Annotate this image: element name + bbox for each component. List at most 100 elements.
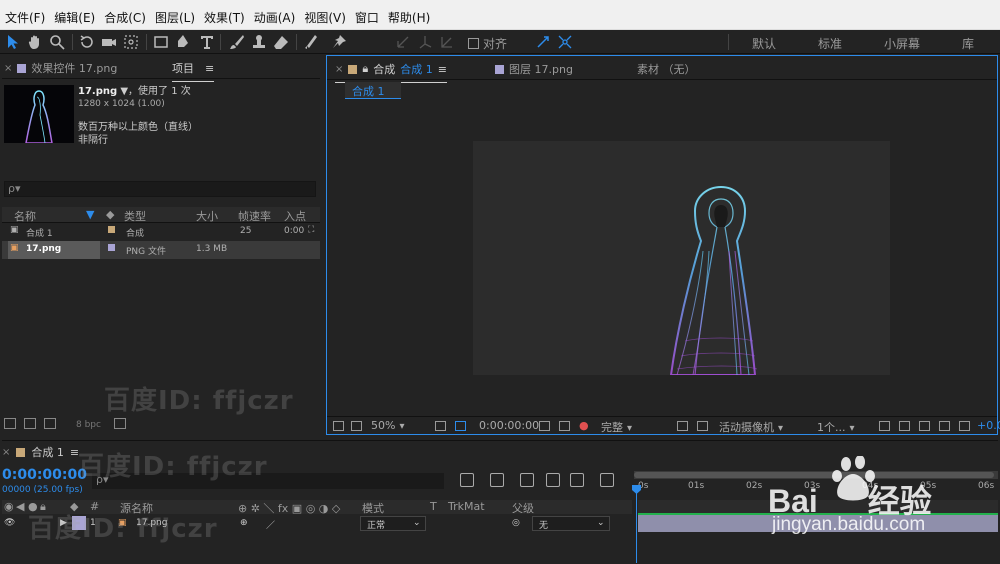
col-size[interactable]: 大小 <box>196 208 218 224</box>
clone-stamp-tool-icon[interactable] <box>248 32 270 52</box>
menu-window[interactable]: 窗口 <box>351 9 383 26</box>
composition-canvas[interactable] <box>473 141 890 375</box>
bit-depth-button[interactable]: 8 bpc <box>76 420 101 430</box>
blend-mode-dropdown[interactable]: 正常 ⌄ <box>360 516 426 531</box>
menu-layer[interactable]: 图层(L) <box>151 9 199 26</box>
draft-3d-icon[interactable] <box>490 473 504 487</box>
brush-tool-icon[interactable] <box>226 32 248 52</box>
frame-blending-icon[interactable] <box>546 473 560 487</box>
timeline-current-time[interactable]: 0:00:00:00 <box>2 467 87 483</box>
roto-brush-tool-icon[interactable] <box>300 32 322 52</box>
motion-blur-icon[interactable] <box>570 473 584 487</box>
pixel-aspect-icon[interactable] <box>879 421 890 431</box>
puppet-pin-tool-icon[interactable] <box>328 32 350 52</box>
resolution-dropdown[interactable]: 完整 <box>601 419 671 435</box>
transparency-grid-icon[interactable] <box>697 421 708 431</box>
current-time-display[interactable]: 0:00:00:00 <box>479 419 539 432</box>
exposure-value[interactable]: +0.0 <box>977 419 1000 432</box>
sort-arrow-icon[interactable]: ▼ <box>86 208 94 221</box>
close-icon[interactable]: × <box>335 64 343 75</box>
col-fps[interactable]: 帧速率 <box>238 208 271 224</box>
menu-help[interactable]: 帮助(H) <box>384 9 434 26</box>
video-switch-icon[interactable]: ◉ <box>4 500 14 513</box>
show-snapshot-icon[interactable] <box>559 421 570 431</box>
tab-footage[interactable]: 素材 （无） <box>637 61 696 77</box>
workspace-libraries[interactable]: 库 <box>962 35 974 52</box>
tab-layer[interactable]: 图层 17.png <box>495 61 573 77</box>
snap-checkbox[interactable] <box>468 38 479 49</box>
workspace-default[interactable]: 默认 <box>752 35 776 52</box>
close-icon[interactable]: × <box>4 63 12 74</box>
panel-menu-icon[interactable]: ≡ <box>438 63 447 76</box>
tab-effect-controls[interactable]: × 效果控件 17.png <box>4 60 117 76</box>
camera-dropdown[interactable]: 活动摄像机 <box>719 419 783 435</box>
zoom-tool-icon[interactable] <box>46 32 68 52</box>
fast-preview-icon[interactable] <box>899 421 910 431</box>
col-parent[interactable]: 父级 <box>512 500 534 516</box>
tab-project[interactable]: 项目 ≡ <box>172 60 215 82</box>
project-row-comp[interactable]: ▣ 合成 1 合成 25 0:00 ⛶ <box>2 223 320 241</box>
workspace-small-screen[interactable]: 小屏幕 <box>884 35 920 52</box>
timeline-toggle-icon[interactable] <box>919 421 930 431</box>
col-name[interactable]: 名称 <box>14 208 36 224</box>
flowchart-icon[interactable] <box>939 421 950 431</box>
view-layout-dropdown[interactable]: 1个... <box>817 419 855 435</box>
tab-composition[interactable]: × 🔒︎ 合成 合成 1 ≡ <box>335 61 447 83</box>
menu-file[interactable]: 文件(F) <box>1 9 49 26</box>
composition-mini-flowchart-icon[interactable] <box>460 473 474 487</box>
pick-whip-icon[interactable]: ◎ <box>512 518 520 528</box>
rectangle-tool-icon[interactable] <box>150 32 172 52</box>
hand-tool-icon[interactable] <box>24 32 46 52</box>
comp-breadcrumb[interactable]: 合成 1 <box>345 82 401 99</box>
snap-toggle[interactable]: 对齐 <box>468 35 507 52</box>
mask-visibility-icon[interactable] <box>455 421 466 431</box>
menu-edit[interactable]: 编辑(E) <box>50 9 99 26</box>
col-mode[interactable]: 模式 <box>362 500 384 516</box>
zoom-dropdown[interactable]: 50% <box>371 419 404 432</box>
close-icon[interactable]: × <box>2 447 10 458</box>
project-search-input[interactable]: ρ▾ <box>4 181 316 197</box>
menu-composition[interactable]: 合成(C) <box>100 9 150 26</box>
camera-tool-icon[interactable] <box>98 32 120 52</box>
snap-edges-icon[interactable] <box>532 32 554 52</box>
pen-tool-icon[interactable] <box>172 32 194 52</box>
new-folder-icon[interactable] <box>24 418 36 429</box>
workspace-standard[interactable]: 标准 <box>818 35 842 52</box>
always-preview-icon[interactable] <box>333 421 344 431</box>
playhead-line[interactable] <box>636 485 637 563</box>
timeline-tab[interactable]: × 合成 1 ≡ <box>2 444 79 460</box>
parent-dropdown[interactable]: 无 ⌄ <box>532 516 610 531</box>
eye-icon[interactable]: 👁︎ <box>4 518 15 528</box>
trash-icon[interactable] <box>114 418 126 429</box>
col-in-point[interactable]: 入点 <box>284 208 306 224</box>
panel-menu-icon[interactable]: ≡ <box>205 62 214 75</box>
region-of-interest-icon[interactable] <box>677 421 688 431</box>
grid-guides-icon[interactable] <box>435 421 446 431</box>
label-tag-icon[interactable]: ◆ <box>106 208 114 221</box>
project-row-footage[interactable]: ▣ 17.png PNG 文件 1.3 MB <box>2 241 320 259</box>
new-composition-icon[interactable] <box>44 418 56 429</box>
graph-editor-icon[interactable] <box>600 473 614 487</box>
color-channel-icon[interactable]: ● <box>579 419 589 432</box>
display-icon[interactable] <box>351 421 362 431</box>
col-type[interactable]: 类型 <box>124 208 146 224</box>
dropdown-arrow-icon[interactable]: ▼ <box>120 86 128 97</box>
interpret-footage-icon[interactable] <box>4 418 16 429</box>
menu-animation[interactable]: 动画(A) <box>250 9 300 26</box>
snap-features-icon[interactable] <box>554 32 576 52</box>
audio-switch-icon[interactable]: ◀ <box>16 500 24 513</box>
menu-view[interactable]: 视图(V) <box>300 9 350 26</box>
selection-tool-icon[interactable] <box>2 32 24 52</box>
snapshot-camera-icon[interactable] <box>539 421 550 431</box>
type-tool-icon[interactable] <box>196 32 218 52</box>
eraser-tool-icon[interactable] <box>270 32 292 52</box>
shy-layers-icon[interactable] <box>520 473 534 487</box>
pan-behind-tool-icon[interactable] <box>120 32 142 52</box>
lock-icon[interactable]: 🔒︎ <box>362 62 368 76</box>
col-trkmat[interactable]: TrkMat <box>448 500 485 513</box>
rotate-tool-icon[interactable] <box>76 32 98 52</box>
flowchart-icon[interactable]: ⛶ <box>308 225 314 235</box>
quality-switch-icon[interactable]: ／ <box>266 518 275 531</box>
menu-effect[interactable]: 效果(T) <box>200 9 249 26</box>
reset-exposure-icon[interactable] <box>959 421 970 431</box>
